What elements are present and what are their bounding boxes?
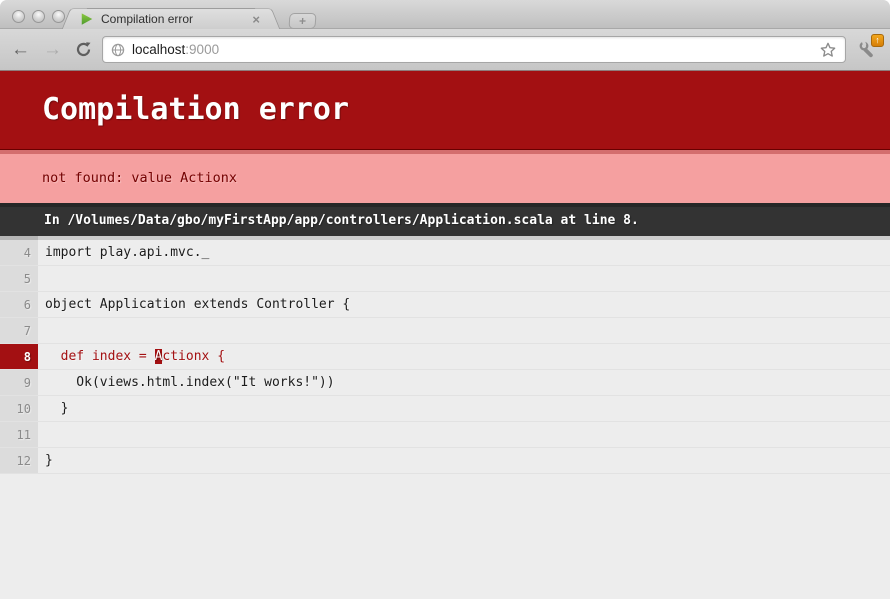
wrench-menu-button[interactable]: ↑ — [855, 37, 881, 63]
line-number: 11 — [0, 422, 38, 447]
up-arrow-icon: ↑ — [875, 36, 880, 45]
line-number: 4 — [0, 240, 38, 265]
code-text: } — [38, 448, 53, 473]
back-button[interactable]: ← — [9, 40, 32, 59]
address-bar[interactable]: localhost :9000 — [102, 36, 846, 63]
code-text — [38, 422, 45, 447]
code-text: Ok(views.html.index("It works!")) — [38, 370, 335, 395]
window-controls — [12, 10, 65, 23]
code-text — [38, 266, 45, 291]
code-line: 6object Application extends Controller { — [0, 292, 890, 318]
line-number: 10 — [0, 396, 38, 421]
url-host: localhost — [132, 42, 185, 57]
close-window-button[interactable] — [12, 10, 25, 23]
line-number: 8 — [0, 344, 38, 369]
code-block: 4import play.api.mvc._56object Applicati… — [0, 240, 890, 474]
page-title: Compilation error — [0, 71, 890, 150]
browser-window: Compilation error × + ← → localhost — [0, 0, 890, 599]
code-text: } — [38, 396, 68, 421]
code-line: 8 def index = Actionx { — [0, 344, 890, 370]
error-page: Compilation error not found: value Actio… — [0, 71, 890, 599]
code-line: 4import play.api.mvc._ — [0, 240, 890, 266]
reload-button[interactable] — [73, 40, 93, 60]
play-favicon-icon — [80, 12, 94, 26]
code-text: def index = Actionx { — [38, 344, 225, 369]
plus-icon: + — [299, 15, 307, 27]
code-text: import play.api.mvc._ — [38, 240, 209, 265]
zoom-window-button[interactable] — [52, 10, 65, 23]
bookmark-star-icon[interactable] — [819, 41, 837, 59]
error-location: In /Volumes/Data/gbo/myFirstApp/app/cont… — [0, 203, 890, 236]
url-port: :9000 — [185, 42, 219, 57]
browser-toolbar: ← → localhost :9000 — [0, 29, 890, 71]
code-line: 7 — [0, 318, 890, 344]
error-marker: A — [155, 349, 163, 364]
titlebar[interactable]: Compilation error × + — [0, 0, 890, 29]
code-line: 5 — [0, 266, 890, 292]
globe-icon — [111, 43, 125, 57]
update-badge: ↑ — [871, 34, 884, 47]
tab-title: Compilation error — [101, 12, 250, 26]
line-number: 12 — [0, 448, 38, 473]
line-number: 6 — [0, 292, 38, 317]
line-number: 5 — [0, 266, 38, 291]
forward-button[interactable]: → — [41, 40, 64, 59]
browser-tab[interactable]: Compilation error × — [74, 8, 268, 29]
line-number: 9 — [0, 370, 38, 395]
tab-close-icon[interactable]: × — [250, 13, 262, 26]
error-detail: not found: value Actionx — [0, 150, 890, 203]
reload-icon — [75, 41, 92, 58]
minimize-window-button[interactable] — [32, 10, 45, 23]
code-line: 10 } — [0, 396, 890, 422]
new-tab-button[interactable]: + — [288, 13, 316, 29]
code-line: 9 Ok(views.html.index("It works!")) — [0, 370, 890, 396]
code-text: object Application extends Controller { — [38, 292, 350, 317]
line-number: 7 — [0, 318, 38, 343]
code-line: 11 — [0, 422, 890, 448]
code-text — [38, 318, 45, 343]
code-line: 12} — [0, 448, 890, 474]
